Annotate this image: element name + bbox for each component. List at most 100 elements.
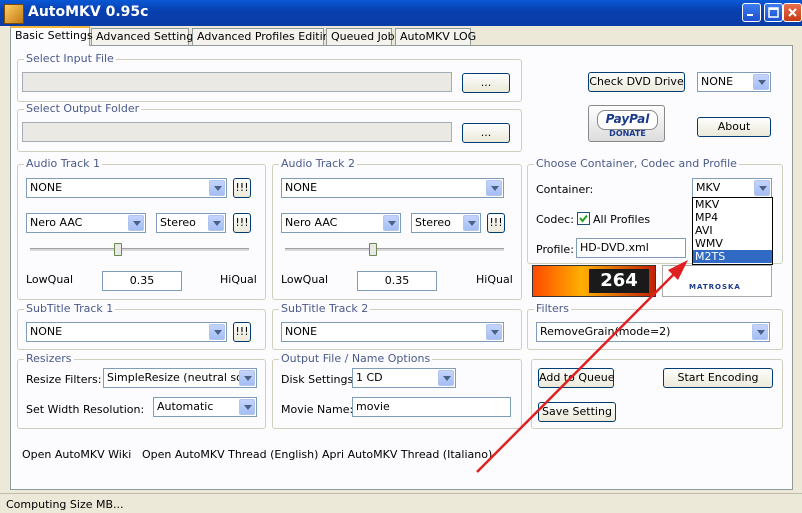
matroska-logo: MATROSKA [662, 265, 772, 297]
dvd-drive-select[interactable]: NONE [697, 72, 771, 92]
chevron-down-icon[interactable] [463, 215, 479, 231]
tab-advanced-profiles-editing[interactable]: Advanced Profiles Editing [192, 28, 337, 45]
chevron-down-icon[interactable] [486, 324, 502, 340]
width-resolution-select[interactable]: Automatic [153, 397, 257, 417]
check-dvd-drive-button[interactable]: Check DVD Drive [588, 72, 685, 92]
chevron-down-icon[interactable] [754, 180, 770, 196]
disk-settings-label: Disk Settings: [281, 373, 357, 386]
resize-filters-label: Resize Filters: [26, 373, 102, 386]
audio-track-1-label: Audio Track 1 [24, 157, 103, 170]
output-folder-field[interactable] [22, 122, 452, 142]
x264-logo: 264 [532, 265, 656, 297]
save-setting-button[interactable]: Save Setting [538, 402, 616, 422]
width-resolution-label: Set Width Resolution: [26, 403, 145, 416]
audio2-track-value: NONE [285, 181, 318, 194]
add-to-queue-button[interactable]: Add to Queue [538, 368, 614, 388]
chevron-down-icon[interactable] [383, 215, 399, 231]
audio1-quality-input[interactable]: 0.35 [102, 271, 182, 291]
chevron-down-icon[interactable] [239, 399, 255, 415]
container-option-mkv[interactable]: MKV [693, 198, 772, 211]
container-option-avi[interactable]: AVI [693, 224, 772, 237]
audio1-low-label: LowQual [26, 273, 74, 286]
container-select[interactable]: MKV [692, 178, 772, 198]
status-text: Computing Size MB... [6, 498, 124, 511]
container-option-mp4[interactable]: MP4 [693, 211, 772, 224]
audio1-track-options-button[interactable]: !!! [233, 178, 251, 198]
chevron-down-icon[interactable] [239, 370, 255, 386]
chevron-down-icon[interactable] [753, 74, 769, 90]
audio1-codec-options-button[interactable]: !!! [233, 213, 251, 233]
status-bar: Computing Size MB... [0, 493, 802, 513]
chevron-down-icon[interactable] [128, 215, 144, 231]
filters-label: Filters [534, 302, 571, 315]
filters-value: RemoveGrain(mode=2) [540, 325, 671, 338]
output-browse-button[interactable]: ... [462, 123, 510, 143]
subtitle2-select[interactable]: NONE [281, 322, 504, 342]
filters-select[interactable]: RemoveGrain(mode=2) [536, 322, 770, 342]
container-option-wmv[interactable]: WMV [693, 237, 772, 250]
chevron-down-icon[interactable] [209, 324, 225, 340]
audio2-channels-select[interactable]: Stereo [411, 213, 481, 233]
profile-select[interactable]: HD-DVD.xml [576, 238, 686, 258]
resize-filters-select[interactable]: SimpleResize (neutral soft) [103, 368, 257, 388]
audio2-codec-value: Nero AAC [285, 216, 338, 229]
paypal-donate-button[interactable]: PayPal DONATE [588, 105, 665, 142]
audio1-channels-value: Stereo [160, 216, 196, 229]
subtitle-track-1-label: SubTitle Track 1 [24, 302, 116, 315]
tab-queued-job[interactable]: Queued Job [326, 28, 395, 45]
audio1-high-label: HiQual [220, 273, 257, 286]
audio2-codec-options-button[interactable]: !!! [487, 213, 505, 233]
input-file-field[interactable] [22, 72, 452, 92]
input-browse-button[interactable]: ... [462, 73, 510, 93]
container-dropdown-list: MKV MP4 AVI WMV M2TS [692, 197, 773, 265]
audio2-track-select[interactable]: NONE [281, 178, 504, 198]
subtitle1-options-button[interactable]: !!! [233, 322, 251, 342]
audio2-quality-input[interactable]: 0.35 [357, 271, 437, 291]
maximize-button[interactable] [764, 3, 783, 22]
close-button[interactable] [783, 3, 802, 22]
container-group-label: Choose Container, Codec and Profile [534, 157, 739, 170]
subtitle1-select[interactable]: NONE [26, 322, 227, 342]
wiki-link[interactable]: Open AutoMKV Wiki [22, 448, 131, 461]
disk-settings-value: 1 CD [356, 371, 383, 384]
title-bar: AutoMKV 0.95c [0, 0, 802, 26]
audio2-codec-select[interactable]: Nero AAC [281, 213, 401, 233]
container-label: Container: [536, 183, 594, 196]
chevron-down-icon[interactable] [209, 180, 225, 196]
start-encoding-button[interactable]: Start Encoding [663, 368, 773, 388]
thread-english-link[interactable]: Open AutoMKV Thread (English) [142, 448, 318, 461]
container-option-m2ts[interactable]: M2TS [693, 250, 772, 263]
audio1-codec-select[interactable]: Nero AAC [26, 213, 146, 233]
audio1-channels-select[interactable]: Stereo [156, 213, 226, 233]
profile-label: Profile: [536, 243, 574, 256]
minimize-button[interactable] [742, 3, 761, 22]
audio1-quality-slider-track[interactable] [30, 248, 249, 252]
chevron-down-icon[interactable] [486, 180, 502, 196]
audio1-track-select[interactable]: NONE [26, 178, 227, 198]
width-resolution-value: Automatic [157, 400, 214, 413]
audio2-quality-slider-thumb[interactable] [368, 243, 377, 256]
about-button[interactable]: About [697, 117, 771, 137]
audio1-quality-slider-thumb[interactable] [113, 243, 122, 256]
chevron-down-icon[interactable] [208, 215, 224, 231]
disk-settings-select[interactable]: 1 CD [352, 368, 456, 388]
tab-automkv-log[interactable]: AutoMKV LOG [395, 28, 476, 45]
audio1-codec-value: Nero AAC [30, 216, 83, 229]
output-folder-label: Select Output Folder [24, 102, 142, 115]
tab-advanced-settings[interactable]: Advanced Settings [91, 28, 199, 45]
all-profiles-label: All Profiles [593, 213, 651, 226]
resizers-label: Resizers [24, 352, 74, 365]
tab-basic-settings[interactable]: Basic Settings [10, 26, 93, 46]
thread-italian-link[interactable]: Apri AutoMKV Thread (Italiano) [322, 448, 492, 461]
subtitle-track-2-label: SubTitle Track 2 [279, 302, 371, 315]
all-profiles-checkbox[interactable] [577, 212, 590, 225]
window-title: AutoMKV 0.95c [28, 4, 149, 20]
audio2-quality-slider-track[interactable] [285, 248, 504, 252]
chevron-down-icon[interactable] [438, 370, 454, 386]
audio-track-2-label: Audio Track 2 [279, 157, 358, 170]
chevron-down-icon[interactable] [752, 324, 768, 340]
movie-name-input[interactable]: movie [352, 397, 511, 417]
movie-name-label: Movie Name: [281, 403, 354, 416]
subtitle2-value: NONE [285, 325, 318, 338]
dvd-drive-value: NONE [701, 75, 734, 88]
